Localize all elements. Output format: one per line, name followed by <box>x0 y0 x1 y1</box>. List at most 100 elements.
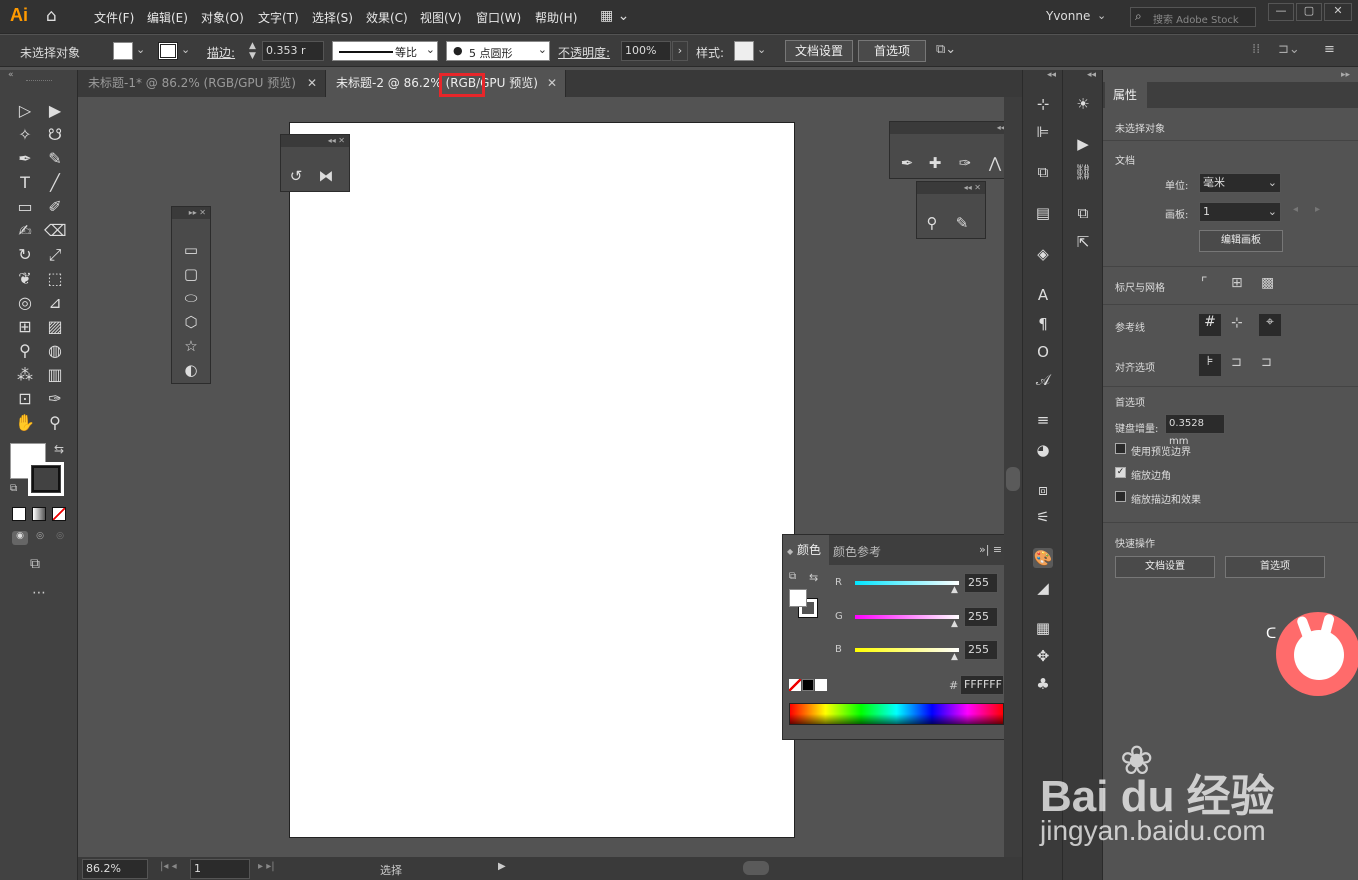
rectangle-tool-icon[interactable]: ▭ <box>180 239 202 261</box>
channel-b-input[interactable]: 255 <box>964 640 998 660</box>
preferences-button[interactable]: 首选项 <box>858 40 926 62</box>
transparency-grid-icon[interactable]: ▩ <box>1261 275 1274 291</box>
keyboard-increment-input[interactable]: 0.3528 mm <box>1165 414 1225 447</box>
page-input[interactable]: 1 <box>190 859 250 879</box>
draw-normal-icon[interactable]: ◉ <box>12 531 28 545</box>
eraser-tool-icon[interactable]: ⌫ <box>44 220 67 242</box>
style-chevron-icon[interactable]: ⌄ <box>757 43 766 56</box>
expand-icon[interactable]: ▸▸ <box>1341 70 1350 80</box>
warp-tool-icon[interactable]: ❦ <box>14 268 36 290</box>
preferences-button[interactable]: 首选项 <box>1225 556 1325 578</box>
menu-view[interactable]: 视图(V) <box>420 9 462 26</box>
collapse-icon[interactable]: « <box>8 70 14 80</box>
symbol-sprayer-tool-icon[interactable]: ⁂ <box>14 364 36 386</box>
ellipse-tool-icon[interactable]: ⬭ <box>180 287 202 309</box>
artboard-tool-icon[interactable]: ⊡ <box>14 388 36 410</box>
eyedropper-tool-icon[interactable]: ⚲ <box>921 212 943 234</box>
checkbox-preview-bounds[interactable] <box>1115 443 1126 454</box>
stroke-weight-input[interactable]: 0.353 r <box>262 41 324 61</box>
pathfinder-panel-icon[interactable]: ⧉ <box>1033 162 1053 182</box>
reflect-tool-icon[interactable]: ⧓ <box>315 165 337 187</box>
black-swatch[interactable] <box>802 679 814 691</box>
arrange-icon[interactable]: ⧉⌄ <box>936 42 956 57</box>
star-tool-icon[interactable]: ☆ <box>180 335 202 357</box>
menu-object[interactable]: 对象(O) <box>201 9 244 26</box>
user-name[interactable]: Yvonne <box>1046 9 1090 23</box>
artboard-select[interactable]: 1 ⌄ <box>1199 202 1281 222</box>
lock-guides-icon[interactable]: ⊹ <box>1231 315 1243 331</box>
show-guides-icon[interactable]: # <box>1199 314 1221 336</box>
channel-r-input[interactable]: 255 <box>964 573 998 593</box>
direct-selection-tool-icon[interactable]: ▶ <box>44 100 66 122</box>
hand-tool-icon[interactable]: ✋ <box>14 412 36 434</box>
symbols-panel-icon[interactable]: ♣ <box>1033 674 1053 694</box>
transform-panel-icon[interactable]: ⊹ <box>1033 94 1053 114</box>
checkbox-scale-strokes[interactable] <box>1115 491 1126 502</box>
curvature-tool-icon[interactable]: ✎ <box>44 148 66 170</box>
line-tool-icon[interactable]: ╱ <box>44 172 66 194</box>
user-chevron-icon[interactable]: ⌄ <box>1097 9 1106 22</box>
opentype-panel-icon[interactable]: O <box>1033 342 1053 362</box>
measure-tool-icon[interactable]: ✎ <box>951 212 973 234</box>
libraries-panel-icon[interactable]: ⧉ <box>1073 203 1093 223</box>
actions-panel-icon[interactable]: ▶ <box>1073 134 1093 154</box>
doc-setup-button[interactable]: 文档设置 <box>785 40 853 62</box>
selection-tool-icon[interactable]: ▷ <box>14 100 36 122</box>
snap-pixel-icon[interactable]: ⊐ <box>1231 355 1242 370</box>
fill-preview-swatch[interactable] <box>789 589 807 607</box>
search-field[interactable]: ⌕ 搜索 Adobe Stock <box>1130 7 1256 27</box>
stroke-chevron-icon[interactable]: ⌄ <box>181 43 190 56</box>
maximize-button[interactable]: ▢ <box>1296 3 1322 21</box>
ruler-icon[interactable]: ⌜ <box>1201 275 1208 291</box>
home-icon[interactable]: ⌂ <box>46 6 66 26</box>
tab-properties[interactable]: 属性 <box>1105 82 1147 108</box>
hex-input[interactable]: FFFFFF <box>960 675 1004 695</box>
links-panel-icon[interactable]: ⛓ <box>1073 162 1093 182</box>
menu-type[interactable]: 文字(T) <box>258 9 299 26</box>
eyedropper-tool-icon[interactable]: ⚲ <box>14 340 36 362</box>
align-icon[interactable]: ⁞⁞ <box>1252 42 1260 57</box>
brushes-panel-icon[interactable]: ✥ <box>1033 646 1053 666</box>
color-guide-panel-icon[interactable]: ◢ <box>1033 578 1053 598</box>
checkbox-scale-corners[interactable]: ✓ <box>1115 467 1126 478</box>
vertical-scrollbar[interactable] <box>1004 97 1022 857</box>
perspective-grid-tool-icon[interactable]: ⊿ <box>44 292 66 314</box>
tab-untitled-1[interactable]: 未标题-1* @ 86.2% (RGB/GPU 预览) ✕ <box>78 70 326 97</box>
screen-mode-icon[interactable]: ⧉ <box>30 556 40 572</box>
rotate-tool-icon[interactable]: ↻ <box>14 244 36 266</box>
none-swatch[interactable] <box>789 679 801 691</box>
smart-guides-icon[interactable]: ⌖ <box>1259 314 1281 336</box>
status-arrow-icon[interactable]: ▶ <box>498 861 506 872</box>
gradient-panel-icon[interactable]: ▤ <box>1033 203 1053 223</box>
rotate-tool-icon[interactable]: ↺ <box>285 165 307 187</box>
snap-point-icon[interactable]: ⊧ <box>1199 354 1221 376</box>
scroll-thumb[interactable] <box>1006 467 1020 491</box>
free-transform-tool-icon[interactable]: ⬚ <box>44 268 66 290</box>
close-icon[interactable]: ✕ <box>199 208 206 217</box>
menu-window[interactable]: 窗口(W) <box>476 9 521 26</box>
stroke-stepper-icon[interactable]: ▲ ▼ <box>249 41 256 61</box>
brush-select[interactable]: ● 5 点圆形 ⌄ <box>446 41 550 61</box>
zoom-input[interactable]: 86.2% <box>82 859 148 879</box>
default-fill-stroke-icon[interactable]: ⧉ <box>789 571 796 582</box>
menu-edit[interactable]: 编辑(E) <box>147 9 188 26</box>
grid-icon[interactable]: ⊞ <box>1231 275 1243 291</box>
stroke-panel-icon[interactable]: ≡ <box>1033 410 1053 430</box>
artboards-panel-icon[interactable]: ⧈ <box>1033 480 1053 500</box>
hscroll-thumb[interactable] <box>743 861 769 875</box>
prev-artboard-icon[interactable]: ◂ <box>1293 204 1298 215</box>
snap-glyph-icon[interactable]: ⊐ <box>1261 355 1272 370</box>
character-panel-icon[interactable]: A <box>1033 285 1053 305</box>
close-icon[interactable]: ✕ <box>338 136 345 145</box>
export-panel-icon[interactable]: ⇱ <box>1073 232 1093 252</box>
tab-color[interactable]: ◆ 颜色 <box>783 535 829 565</box>
flare-tool-icon[interactable]: ◐ <box>180 359 202 381</box>
none-mode-icon[interactable] <box>52 507 66 521</box>
pen-tool-icon[interactable]: ✒ <box>896 152 918 174</box>
stroke-swatch[interactable] <box>158 42 178 60</box>
rounded-rectangle-tool-icon[interactable]: ▢ <box>180 263 202 285</box>
channel-g-input[interactable]: 255 <box>964 607 998 627</box>
close-icon[interactable]: ✕ <box>547 70 557 97</box>
align-panel-icon[interactable]: ⊫ <box>1033 122 1053 142</box>
color-mode-icon[interactable] <box>12 507 26 521</box>
